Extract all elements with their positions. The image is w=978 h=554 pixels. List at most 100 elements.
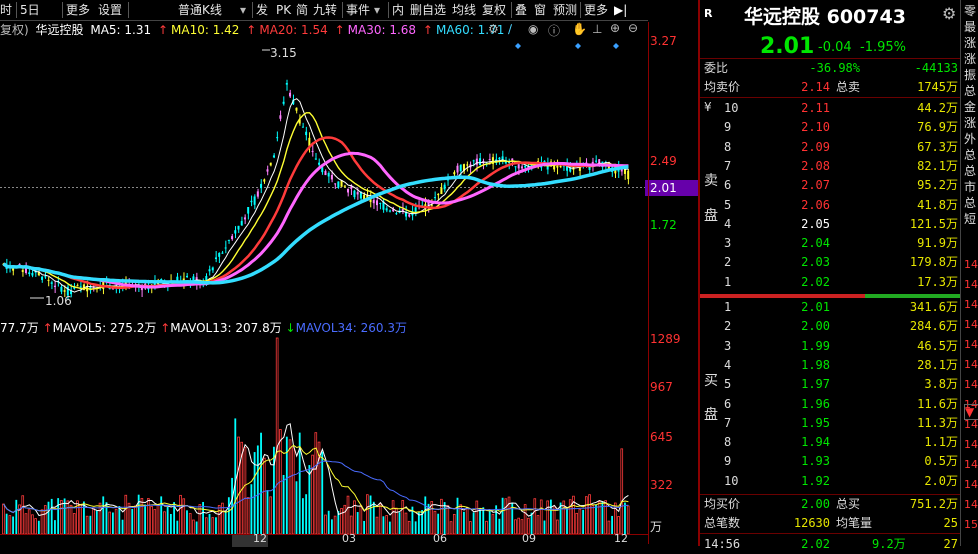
buy-level-row[interactable]: 6 1.96 11.6万 xyxy=(700,395,962,414)
ma5-line xyxy=(3,98,629,293)
level-number: 3 xyxy=(724,338,732,353)
sell-level-row[interactable]: 8 2.09 67.3万 xyxy=(700,138,962,157)
settings-small-icon[interactable]: ⚙ xyxy=(488,22,499,36)
tb-events[interactable]: 事件 xyxy=(346,2,370,18)
draw-pen-icon[interactable]: ∕ xyxy=(508,22,512,36)
hand-icon[interactable]: ✋ xyxy=(572,22,587,36)
tb-period-5day[interactable]: 5日 xyxy=(20,2,40,18)
level-price: 2.07 xyxy=(801,178,830,193)
candle-body xyxy=(350,186,353,189)
sell-level-row[interactable]: 7 2.08 82.1万 xyxy=(700,157,962,176)
level-price: 1.98 xyxy=(801,357,830,372)
level-price: 2.01 xyxy=(801,300,830,314)
scroll-down-arrow-icon[interactable]: ▼ xyxy=(964,404,978,420)
tb-adjust[interactable]: 复权 xyxy=(482,2,506,18)
buy-level-row[interactable]: 2 2.00 284.6万 xyxy=(700,317,962,336)
volume-bar xyxy=(295,481,298,534)
candle-body xyxy=(356,192,359,195)
price-chart[interactable] xyxy=(0,40,648,316)
ruler-icon[interactable]: ⊥ xyxy=(592,22,602,36)
volume-bar xyxy=(378,503,382,535)
volume-bar xyxy=(543,520,546,534)
side-number: 15 xyxy=(964,518,978,531)
tb-pk[interactable]: PK xyxy=(276,2,291,18)
volume-bar xyxy=(291,447,295,535)
candle-body xyxy=(488,158,491,160)
level-price: 2.05 xyxy=(801,216,830,231)
volume-bar xyxy=(591,505,595,535)
chevron-down-icon[interactable]: ▾ xyxy=(374,2,380,18)
collapse-right-icon[interactable]: ▶| xyxy=(614,2,627,18)
tb-jiuzhuan[interactable]: 九转 xyxy=(313,2,337,18)
candle-body xyxy=(79,286,82,288)
volume-bar xyxy=(388,521,391,534)
volume-bar xyxy=(50,498,53,534)
sell-level-row[interactable]: 5 2.06 41.8万 xyxy=(700,196,962,215)
candle-body xyxy=(433,197,436,199)
gear-icon[interactable]: ⚙ xyxy=(942,4,956,23)
volume-bar xyxy=(327,510,330,534)
tb-item[interactable]: 时 xyxy=(0,2,12,18)
tb-more[interactable]: 更多 xyxy=(66,2,90,18)
candle-body xyxy=(53,285,56,288)
volume-bar xyxy=(588,494,591,535)
level-price: 1.92 xyxy=(801,473,830,488)
tb-window[interactable]: 窗 xyxy=(534,2,546,18)
buy-level-row[interactable]: 1 2.01 341.6万 xyxy=(700,298,962,317)
tb-simple[interactable]: 简 xyxy=(296,2,308,18)
tb-fa[interactable]: 发 xyxy=(256,2,268,18)
volume-chart[interactable] xyxy=(0,318,648,536)
volume-bar xyxy=(224,510,227,534)
buy-level-row[interactable]: 10 1.92 2.0万 xyxy=(700,472,962,491)
tb-overlay[interactable]: 叠 xyxy=(515,2,527,18)
sell-level-row[interactable]: 3 2.04 91.9万 xyxy=(700,234,962,253)
eye-icon[interactable]: ◉ xyxy=(528,22,538,36)
level-number: 10 xyxy=(724,101,739,115)
kline-type-select[interactable]: 普通K线 xyxy=(178,2,222,18)
buy-level-row[interactable]: 4 1.98 28.1万 xyxy=(700,356,962,375)
level-number: 9 xyxy=(724,454,732,469)
candle-body xyxy=(305,131,308,136)
tb-inner[interactable]: 内 xyxy=(392,2,404,18)
candle-body xyxy=(318,162,321,165)
candle-body xyxy=(269,162,272,166)
tb-remove-watchlist[interactable]: 删自选 xyxy=(410,2,446,18)
candle-body xyxy=(247,207,250,214)
buy-level-row[interactable]: 3 1.99 46.5万 xyxy=(700,337,962,356)
candle-body xyxy=(559,165,562,168)
buy-level-row[interactable]: 7 1.95 11.3万 xyxy=(700,414,962,433)
volume-bar xyxy=(134,505,137,535)
sell-level-row[interactable]: 1 2.02 17.3万 xyxy=(700,273,962,292)
side-number: 14 xyxy=(964,278,978,291)
volume-bar xyxy=(160,496,163,534)
sell-level-row[interactable]: 4 2.05 121.5万 xyxy=(700,215,962,234)
volume-bar xyxy=(47,501,50,534)
buy-level-row[interactable]: 5 1.97 3.8万 xyxy=(700,375,962,394)
quote-panel: R 华远控股 600743 ⚙ 2.01 -0.04 -1.95% 委比 -36… xyxy=(698,0,962,551)
sell-level-row[interactable]: 6 2.07 95.2万 xyxy=(700,176,962,195)
volume-bar xyxy=(40,509,44,535)
volume-bar xyxy=(340,508,343,535)
volume-bar xyxy=(369,495,372,534)
volume-bar xyxy=(79,503,83,535)
volume-bar xyxy=(482,507,485,534)
zoom-in-icon[interactable]: ⊕ xyxy=(610,21,620,35)
candle-body xyxy=(272,155,275,158)
stock-title: 华远控股 600743 xyxy=(744,6,906,28)
buy-level-row[interactable]: 9 1.93 0.5万 xyxy=(700,452,962,471)
time-axis: 12 03 06 09 12 xyxy=(0,532,648,547)
chevron-down-icon[interactable]: ▾ xyxy=(240,2,246,18)
info-icon[interactable]: ⓘ xyxy=(548,22,560,39)
buy-level-row[interactable]: 8 1.94 1.1万 xyxy=(700,433,962,452)
candle-body xyxy=(379,202,382,204)
tb-more-2[interactable]: 更多 xyxy=(584,2,608,18)
tb-settings[interactable]: 设置 xyxy=(98,2,122,18)
candle-body xyxy=(243,217,246,220)
zoom-out-icon[interactable]: ⊖ xyxy=(628,21,638,35)
sell-level-row[interactable]: 10 2.11 44.2万 xyxy=(700,99,962,118)
sell-level-row[interactable]: 9 2.10 76.9万 xyxy=(700,118,962,137)
volume-bar xyxy=(472,512,475,534)
tb-ma[interactable]: 均线 xyxy=(452,2,476,18)
sell-level-row[interactable]: 2 2.03 179.8万 xyxy=(700,253,962,272)
tb-forecast[interactable]: 预测 xyxy=(553,2,577,18)
